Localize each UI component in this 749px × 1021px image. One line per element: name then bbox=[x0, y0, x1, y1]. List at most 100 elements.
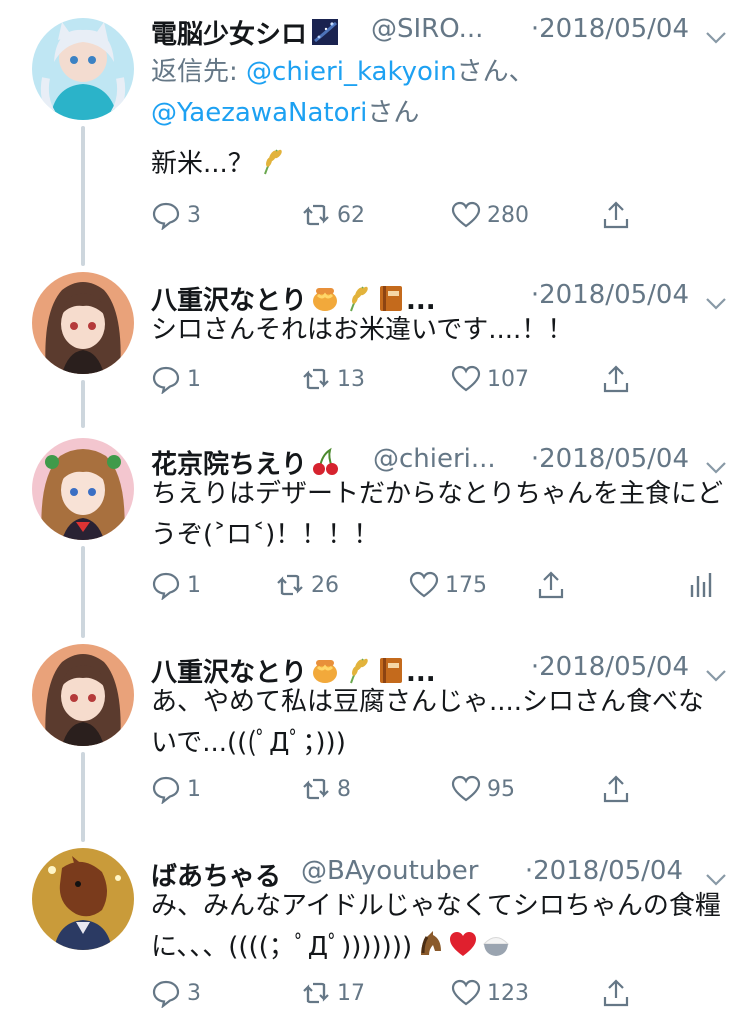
reply-button[interactable]: 1 bbox=[151, 772, 201, 806]
tweet[interactable]: 八重沢なとり... ·2018/05/04 シロさんそれはお米違いです....！… bbox=[0, 266, 749, 416]
honey-pot-emoji-icon bbox=[310, 655, 340, 685]
tweet[interactable]: ばあちゃる @BAyoutuber ·2018/05/04 み、みんなアイドルじ… bbox=[0, 842, 749, 1021]
timestamp[interactable]: ·2018/05/04 bbox=[531, 280, 689, 310]
chevron-down-icon[interactable] bbox=[705, 288, 727, 310]
tweet-actions: 1 26 175 bbox=[151, 568, 729, 602]
reply-to: 返信先: @chieri_kakyoinさん、 @YaezawaNatoriさん bbox=[151, 52, 535, 134]
timestamp[interactable]: ·2018/05/04 bbox=[531, 14, 689, 44]
share-button[interactable] bbox=[601, 976, 637, 1010]
timestamp[interactable]: ·2018/05/04 bbox=[531, 652, 689, 682]
tweet-actions: 1 8 95 bbox=[151, 772, 729, 806]
tweet-actions: 3 17 123 bbox=[151, 976, 729, 1010]
tweet-text: あ、やめて私は豆腐さんじゃ....シロさん食べないで...(((ﾟДﾟ；))) bbox=[151, 687, 705, 758]
notebook-emoji-icon bbox=[376, 283, 406, 313]
avatar[interactable] bbox=[32, 848, 134, 950]
handle[interactable]: @chieri... bbox=[373, 444, 496, 474]
heart-icon bbox=[451, 201, 481, 228]
mention-link[interactable]: @chieri_kakyoin bbox=[246, 57, 457, 87]
retweet-icon bbox=[277, 574, 303, 596]
reply-button[interactable]: 1 bbox=[151, 362, 201, 396]
reply-count: 3 bbox=[187, 980, 201, 1006]
reply-label: 返信先: bbox=[151, 57, 247, 87]
share-button[interactable] bbox=[601, 772, 637, 806]
timestamp[interactable]: ·2018/05/04 bbox=[525, 856, 683, 886]
like-count: 175 bbox=[445, 572, 487, 598]
chevron-down-icon[interactable] bbox=[705, 660, 727, 682]
tweet-text: シロさんそれはお米違いです....！！ bbox=[151, 315, 574, 345]
reply-button[interactable]: 3 bbox=[151, 198, 201, 232]
retweet-button[interactable]: 17 bbox=[301, 976, 365, 1010]
avatar[interactable] bbox=[32, 644, 134, 746]
like-count: 107 bbox=[487, 366, 529, 392]
avatar[interactable] bbox=[32, 438, 134, 540]
retweet-button[interactable]: 13 bbox=[301, 362, 365, 396]
reply-icon bbox=[152, 980, 180, 1008]
reply-suffix: さん、 bbox=[456, 57, 535, 87]
heart-icon bbox=[451, 775, 481, 802]
like-button[interactable]: 280 bbox=[451, 198, 529, 232]
heart-icon bbox=[451, 365, 481, 392]
rice-plant-emoji-icon bbox=[257, 146, 287, 176]
retweet-count: 13 bbox=[337, 366, 365, 392]
tweet[interactable]: 八重沢なとり... ·2018/05/04 あ、やめて私は豆腐さんじゃ....シ… bbox=[0, 638, 749, 834]
like-button[interactable]: 175 bbox=[409, 568, 487, 602]
share-icon bbox=[603, 365, 629, 393]
heart-icon bbox=[409, 571, 439, 598]
like-button[interactable]: 123 bbox=[451, 976, 529, 1010]
rice-plant-emoji-icon bbox=[343, 283, 373, 313]
honey-pot-emoji-icon bbox=[310, 283, 340, 313]
horse-emoji-icon bbox=[415, 929, 445, 959]
mention-link[interactable]: @YaezawaNatori bbox=[151, 98, 367, 128]
retweet-count: 26 bbox=[311, 572, 339, 598]
reply-button[interactable]: 3 bbox=[151, 976, 201, 1010]
tweet[interactable]: 電脳少女シロ @SIRO... ·2018/05/04 返信先: @chieri… bbox=[0, 0, 749, 250]
like-button[interactable]: 107 bbox=[451, 362, 529, 396]
share-icon bbox=[538, 571, 564, 599]
tweet-text: ちえりはデザートだからなとりちゃんを主食にどうぞ(˃ロ˂)！！！！ bbox=[151, 479, 724, 550]
retweet-icon bbox=[303, 204, 329, 226]
handle[interactable]: @SIRO... bbox=[371, 14, 483, 44]
retweet-count: 17 bbox=[337, 980, 365, 1006]
share-icon bbox=[603, 201, 629, 229]
like-count: 280 bbox=[487, 202, 529, 228]
handle[interactable]: @BAyoutuber bbox=[301, 856, 479, 886]
chevron-down-icon[interactable] bbox=[705, 864, 727, 886]
retweet-icon bbox=[303, 778, 329, 800]
reply-count: 1 bbox=[187, 572, 201, 598]
chevron-down-icon[interactable] bbox=[705, 452, 727, 474]
like-button[interactable]: 95 bbox=[451, 772, 515, 806]
tweet-actions: 1 13 107 bbox=[151, 362, 729, 396]
avatar[interactable] bbox=[32, 18, 134, 120]
reply-icon bbox=[152, 366, 180, 394]
timestamp[interactable]: ·2018/05/04 bbox=[531, 444, 689, 474]
notebook-emoji-icon bbox=[376, 655, 406, 685]
analytics-icon bbox=[690, 573, 712, 597]
share-button[interactable] bbox=[536, 568, 572, 602]
tweet-text: み、みんなアイドルじゃなくてシロちゃんの食糧に、、、((((；ﾟДﾟ))))))… bbox=[151, 891, 721, 962]
analytics-button[interactable] bbox=[686, 568, 722, 602]
reply-suffix: さん bbox=[367, 98, 420, 128]
reply-count: 1 bbox=[187, 366, 201, 392]
chevron-down-icon[interactable] bbox=[705, 22, 727, 44]
retweet-button[interactable]: 26 bbox=[275, 568, 339, 602]
share-button[interactable] bbox=[601, 362, 637, 396]
share-icon bbox=[603, 775, 629, 803]
retweet-count: 8 bbox=[337, 776, 351, 802]
share-button[interactable] bbox=[601, 198, 637, 232]
retweet-count: 62 bbox=[337, 202, 365, 228]
retweet-button[interactable]: 62 bbox=[301, 198, 365, 232]
display-name[interactable]: 電脳少女シロ bbox=[151, 14, 340, 51]
reply-icon bbox=[152, 572, 180, 600]
tweet-actions: 3 62 280 bbox=[151, 198, 729, 232]
share-icon bbox=[603, 979, 629, 1007]
heart-icon bbox=[451, 979, 481, 1006]
like-count: 95 bbox=[487, 776, 515, 802]
reply-button[interactable]: 1 bbox=[151, 568, 201, 602]
rice-plant-emoji-icon bbox=[343, 655, 373, 685]
avatar[interactable] bbox=[32, 272, 134, 374]
tweet[interactable]: 花京院ちえり @chieri... ·2018/05/04 ちえりはデザートだか… bbox=[0, 430, 749, 626]
retweet-icon bbox=[303, 982, 329, 1004]
reply-icon bbox=[152, 776, 180, 804]
tweet-text: 新米...？ bbox=[151, 144, 725, 185]
retweet-button[interactable]: 8 bbox=[301, 772, 351, 806]
